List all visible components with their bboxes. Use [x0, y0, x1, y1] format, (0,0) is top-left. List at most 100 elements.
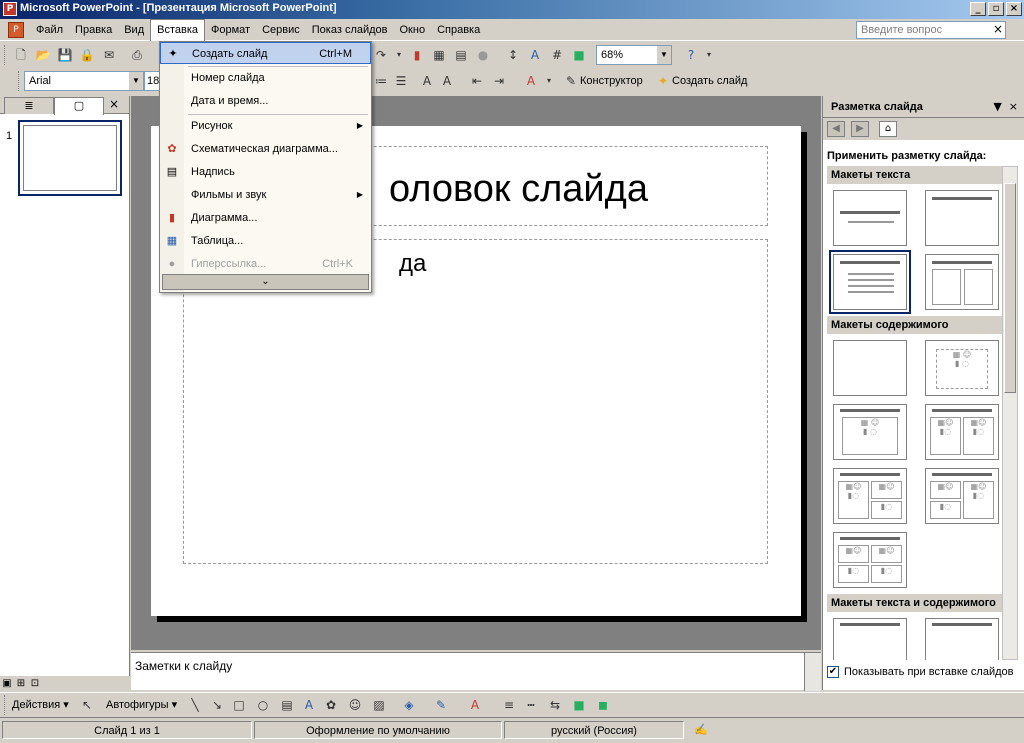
menu-slideshow[interactable]: Показ слайдов [306, 19, 394, 41]
wordart-icon[interactable]: A [300, 696, 318, 714]
decrease-font-icon[interactable]: A [438, 72, 456, 90]
layout-title-text[interactable] [829, 250, 911, 314]
line-icon[interactable]: ╲ [186, 696, 204, 714]
new-icon[interactable]: 🗋 [12, 46, 30, 64]
menu-edit[interactable]: Правка [69, 19, 118, 41]
increase-indent-icon[interactable]: ⇥ [490, 72, 508, 90]
layout-title-four-content[interactable]: ▦☺ ▦☺ ▮◌ ▮◌ [833, 532, 907, 588]
toolbar-grip[interactable] [4, 45, 7, 65]
normal-view-icon[interactable]: ▣ [0, 678, 14, 689]
zoom-select[interactable]: 68% ▼ [596, 45, 672, 65]
menu-window[interactable]: Окно [394, 19, 432, 41]
redo-icon[interactable]: ↷ [372, 46, 390, 64]
line-style-icon[interactable]: ≡ [500, 696, 518, 714]
new-slide-icon[interactable]: ✦ [654, 72, 672, 90]
insert-hyperlink-icon[interactable]: ● [474, 46, 492, 64]
layout-title-slide[interactable] [833, 190, 907, 246]
expand-icon[interactable]: ↕ [504, 46, 522, 64]
help-icon[interactable]: ? [682, 46, 700, 64]
menuitem-chart[interactable]: ▮ Диаграмма... [160, 207, 371, 229]
font-color-icon[interactable]: A [522, 72, 540, 90]
chevron-down-icon[interactable]: ▼ [657, 46, 671, 64]
menu-help[interactable]: Справка [431, 19, 486, 41]
open-icon[interactable]: 📂 [34, 46, 52, 64]
redo-dropdown-icon[interactable]: ▾ [390, 46, 408, 64]
font-color-dropdown-icon[interactable]: ▾ [540, 72, 558, 90]
menu-insert[interactable]: Вставка [150, 19, 206, 41]
design-icon[interactable]: ✎ [562, 72, 580, 90]
arrow-icon[interactable]: ↘ [208, 696, 226, 714]
save-icon[interactable]: 💾 [56, 46, 74, 64]
maximize-button[interactable]: ▫ [988, 2, 1004, 16]
taskpane-menu-icon[interactable]: ▼ [993, 100, 1001, 113]
chevron-down-icon[interactable]: ▼ [129, 72, 143, 90]
home-icon[interactable]: ⌂ [879, 121, 897, 137]
slideshow-icon[interactable]: ⊡ [28, 678, 42, 689]
layout-content[interactable]: ▦ ☺ ▮ ◌ [925, 340, 999, 396]
3d-icon[interactable]: ◼ [594, 696, 612, 714]
minimize-button[interactable]: _ [970, 2, 986, 16]
decrease-indent-icon[interactable]: ⇤ [468, 72, 486, 90]
email-icon[interactable]: ✉ [100, 46, 118, 64]
tab-slides[interactable]: ▢ [54, 97, 104, 115]
slide-thumbnail[interactable] [18, 120, 122, 196]
menu-format[interactable]: Формат [205, 19, 256, 41]
layout-content-text[interactable] [925, 618, 999, 660]
menuitem-picture[interactable]: Рисунок ▶ [160, 115, 371, 137]
toolbar-grip[interactable] [4, 695, 7, 715]
picture-icon[interactable]: ▨ [370, 696, 388, 714]
notes-pane[interactable]: Заметки к слайду [131, 652, 821, 691]
designer-button[interactable]: Конструктор [580, 72, 643, 90]
bulleted-list-icon[interactable]: ☰ [392, 72, 410, 90]
help-dropdown-icon[interactable]: ▾ [700, 46, 718, 64]
back-icon[interactable]: ◀ [827, 121, 845, 137]
powerpoint-icon[interactable]: P [3, 2, 17, 16]
close-button[interactable]: × [1006, 2, 1022, 16]
actions-menu-button[interactable]: Действия ▾ [12, 697, 69, 713]
arrow-style-icon[interactable]: ⇆ [546, 696, 564, 714]
layout-title-two-content-right[interactable]: ▦☺ ▮◌ ▦☺ ▮◌ [925, 468, 999, 524]
expand-menu-button[interactable]: ⌄ [162, 274, 369, 290]
font-select[interactable]: Arial ▼ [24, 71, 144, 91]
show-on-insert-checkbox[interactable]: ✔ [827, 666, 839, 678]
insert-chart-icon[interactable]: ▮ [408, 46, 426, 64]
close-icon[interactable]: × [1009, 100, 1018, 113]
show-formatting-icon[interactable]: A [526, 46, 544, 64]
ask-question-input[interactable]: Введите вопрос [856, 21, 1006, 39]
diagram-icon[interactable]: ✿ [322, 696, 340, 714]
layout-scrollbar[interactable] [1002, 166, 1018, 660]
clipart-icon[interactable]: ☺ [346, 696, 364, 714]
dash-style-icon[interactable]: ┅ [522, 696, 540, 714]
layout-text-content[interactable] [833, 618, 907, 660]
line-color-icon[interactable]: ✎ [432, 696, 450, 714]
font-size-select[interactable]: 18 [144, 71, 160, 91]
layout-title-only[interactable] [925, 190, 999, 246]
forward-icon[interactable]: ▶ [851, 121, 869, 137]
menuitem-date-time[interactable]: Дата и время... [160, 90, 371, 112]
scrollbar-thumb[interactable] [1004, 183, 1016, 393]
menuitem-new-slide[interactable]: ✦ Создать слайд Ctrl+M [160, 42, 371, 64]
slide-sorter-icon[interactable]: ⊞ [14, 678, 28, 689]
menu-tools[interactable]: Сервис [256, 19, 306, 41]
show-on-insert-option[interactable]: ✔ Показывать при вставке слайдов [827, 666, 1014, 678]
layout-two-column-text[interactable] [925, 254, 999, 310]
print-icon[interactable]: ⎙ [128, 46, 146, 64]
layout-title-two-content[interactable]: ▦☺ ▮◌ ▦☺ ▮◌ [925, 404, 999, 460]
menuitem-diagram[interactable]: ✿ Схематическая диаграмма... [160, 138, 371, 160]
autoshapes-menu-button[interactable]: Автофигуры ▾ [106, 697, 177, 713]
increase-font-icon[interactable]: A [418, 72, 436, 90]
menu-file[interactable]: Файл [30, 19, 69, 41]
numbered-list-icon[interactable]: ≔ [372, 72, 390, 90]
shadow-icon[interactable]: ■ [570, 696, 588, 714]
tables-borders-icon[interactable]: ▤ [452, 46, 470, 64]
show-grid-icon[interactable]: # [548, 46, 566, 64]
new-slide-button[interactable]: Создать слайд [672, 72, 747, 90]
close-document-icon[interactable]: × [993, 22, 1003, 36]
toolbar-grip[interactable] [18, 71, 21, 91]
layout-blank[interactable] [833, 340, 907, 396]
menuitem-table[interactable]: ▦ Таблица... [160, 230, 371, 252]
insert-table-icon[interactable]: ▦ [430, 46, 448, 64]
close-panel-icon[interactable]: × [109, 97, 119, 111]
layout-title-content-two[interactable]: ▦☺ ▮◌ ▦☺ ▮◌ [833, 468, 907, 524]
select-objects-icon[interactable]: ↖ [78, 696, 96, 714]
